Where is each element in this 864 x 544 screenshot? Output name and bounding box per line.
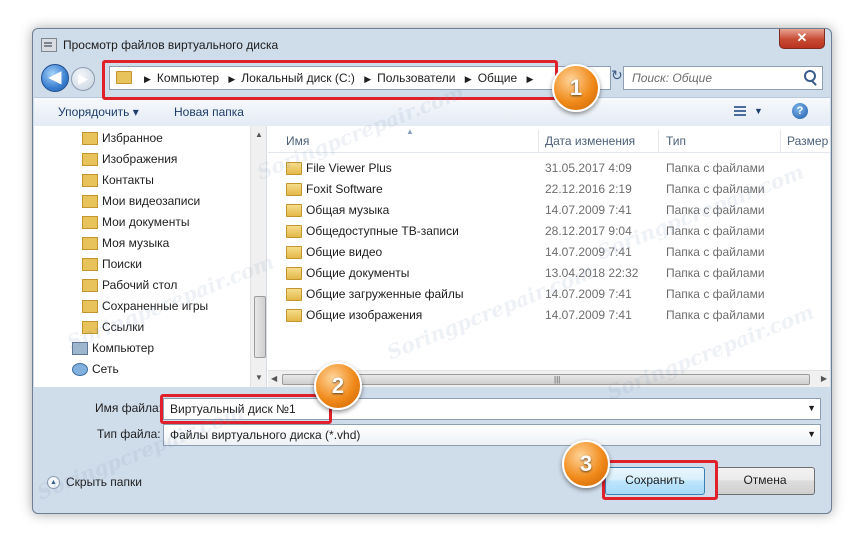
command-toolbar: Упорядочить ▾ Новая папка ▼ ? (34, 97, 830, 127)
file-dialog-window: Просмотр файлов виртуального диска ✕ ◀ ▶… (32, 28, 832, 514)
network-icon (72, 363, 88, 376)
close-button[interactable]: ✕ (779, 29, 825, 49)
help-icon[interactable]: ? (792, 103, 808, 119)
folder-icon (82, 216, 98, 229)
file-row[interactable]: Общие видео 14.07.2009 7:41 Папка с файлам… (268, 241, 830, 262)
nav-item-desktop[interactable]: Рабочий стол (78, 275, 177, 295)
folder-icon (286, 309, 302, 322)
step-badge-1: 1 (552, 64, 600, 112)
scroll-down-icon[interactable]: ▼ (255, 373, 263, 382)
column-size[interactable]: Размер (787, 134, 828, 148)
folder-icon (286, 288, 302, 301)
nav-item-favorites[interactable]: Избранное (78, 128, 163, 148)
forward-button[interactable]: ▶ (71, 67, 95, 91)
folder-icon (82, 237, 98, 250)
nav-item-videos[interactable]: Мои видеозаписи (78, 191, 200, 211)
hide-folders-button[interactable]: ▲ Скрыть папки (47, 475, 142, 490)
nav-item-links[interactable]: Ссылки (78, 317, 144, 337)
column-type[interactable]: Тип (666, 134, 686, 148)
nav-item-computer[interactable]: Компьютер (68, 338, 154, 358)
column-divider[interactable] (658, 130, 659, 152)
folder-icon (82, 153, 98, 166)
folder-icon (82, 174, 98, 187)
highlight-frame-save (602, 460, 718, 500)
step-badge-3: 3 (562, 440, 610, 488)
file-row[interactable]: Foxit Software 22.12.2016 2:19 Папка с фай… (268, 178, 830, 199)
collapse-icon: ▲ (47, 476, 60, 490)
chevron-down-icon[interactable]: ▼ (807, 429, 816, 439)
nav-item-music[interactable]: Моя музыка (78, 233, 169, 253)
cancel-button[interactable]: Отмена (715, 467, 815, 495)
search-input[interactable]: Поиск: Общие (623, 66, 823, 90)
refresh-icon[interactable]: ↻ (611, 67, 623, 84)
column-name[interactable]: Имя (286, 134, 309, 148)
nav-item-contacts[interactable]: Контакты (78, 170, 154, 190)
chevron-down-icon[interactable]: ▼ (754, 106, 763, 116)
back-button[interactable]: ◀ (41, 64, 69, 92)
folder-icon (286, 162, 302, 175)
nav-item-saved-games[interactable]: Сохраненные игры (78, 296, 208, 316)
file-row[interactable]: Общие изображения 14.07.2009 7:41 Папка с … (268, 304, 830, 325)
scroll-left-icon[interactable]: ◀ (271, 374, 277, 383)
folder-icon (286, 204, 302, 217)
filetype-value: Файлы виртуального диска (*.vhd) (170, 428, 361, 442)
star-icon (82, 132, 98, 145)
nav-item-documents[interactable]: Мои документы (78, 212, 189, 232)
highlight-frame-filename (160, 394, 332, 424)
filename-label: Имя файла: (95, 401, 162, 415)
organize-button[interactable]: Упорядочить ▾ (58, 105, 139, 119)
file-row[interactable]: Общие документы 13.04.2018 22:32 Папка с ф… (268, 262, 830, 283)
nav-pane-scrollbar[interactable]: ▲ ▼ (250, 126, 266, 387)
filetype-label: Тип файла: (97, 427, 161, 441)
folder-icon (286, 225, 302, 238)
file-row[interactable]: Общедоступные ТВ-записи 28.12.2017 9:04 Па… (268, 220, 830, 241)
column-divider[interactable] (538, 130, 539, 152)
view-options-icon[interactable] (734, 106, 746, 118)
file-row[interactable]: Общая музыка 14.07.2009 7:41 Папка с файла… (268, 199, 830, 220)
file-row[interactable]: File Viewer Plus 31.05.2017 4:09 Папка с ф… (268, 157, 830, 178)
column-divider[interactable] (780, 130, 781, 152)
folder-icon (82, 321, 98, 334)
nav-item-images[interactable]: Изображения (78, 149, 177, 169)
window-app-icon (41, 38, 57, 52)
navigation-pane: Избранное Изображения Контакты Мои видео… (34, 126, 267, 387)
search-placeholder: Поиск: Общие (632, 71, 713, 85)
folder-icon (82, 195, 98, 208)
scrollbar-thumb[interactable] (254, 296, 266, 358)
folder-icon (286, 267, 302, 280)
scrollbar-grip-icon: ||| (554, 375, 561, 384)
new-folder-button[interactable]: Новая папка (174, 105, 244, 119)
search-icon[interactable] (804, 70, 816, 82)
title-bar: Просмотр файлов виртуального диска ✕ (33, 29, 831, 59)
column-header-row: ▲ Имя Дата изменения Тип Размер (268, 127, 830, 153)
folder-icon (286, 246, 302, 259)
filetype-select[interactable]: Файлы виртуального диска (*.vhd) ▼ (163, 424, 821, 446)
column-date[interactable]: Дата изменения (545, 134, 635, 148)
folder-icon (82, 300, 98, 313)
computer-icon (72, 342, 88, 355)
sort-ascending-icon: ▲ (406, 127, 414, 136)
folder-icon (286, 183, 302, 196)
scroll-right-icon[interactable]: ▶ (821, 374, 827, 383)
step-badge-2: 2 (314, 362, 362, 410)
highlight-frame-address (102, 60, 558, 100)
scroll-up-icon[interactable]: ▲ (255, 130, 263, 139)
nav-item-network[interactable]: Сеть (68, 359, 119, 379)
file-row[interactable]: Общие загруженные файлы 14.07.2009 7:41 Па… (268, 283, 830, 304)
nav-item-searches[interactable]: Поиски (78, 254, 142, 274)
content-area: Избранное Изображения Контакты Мои видео… (34, 126, 830, 387)
chevron-down-icon[interactable]: ▼ (807, 403, 816, 413)
folder-icon (82, 279, 98, 292)
folder-icon (82, 258, 98, 271)
file-list: ▲ Имя Дата изменения Тип Размер File Vie… (268, 126, 830, 387)
window-title: Просмотр файлов виртуального диска (63, 38, 279, 52)
